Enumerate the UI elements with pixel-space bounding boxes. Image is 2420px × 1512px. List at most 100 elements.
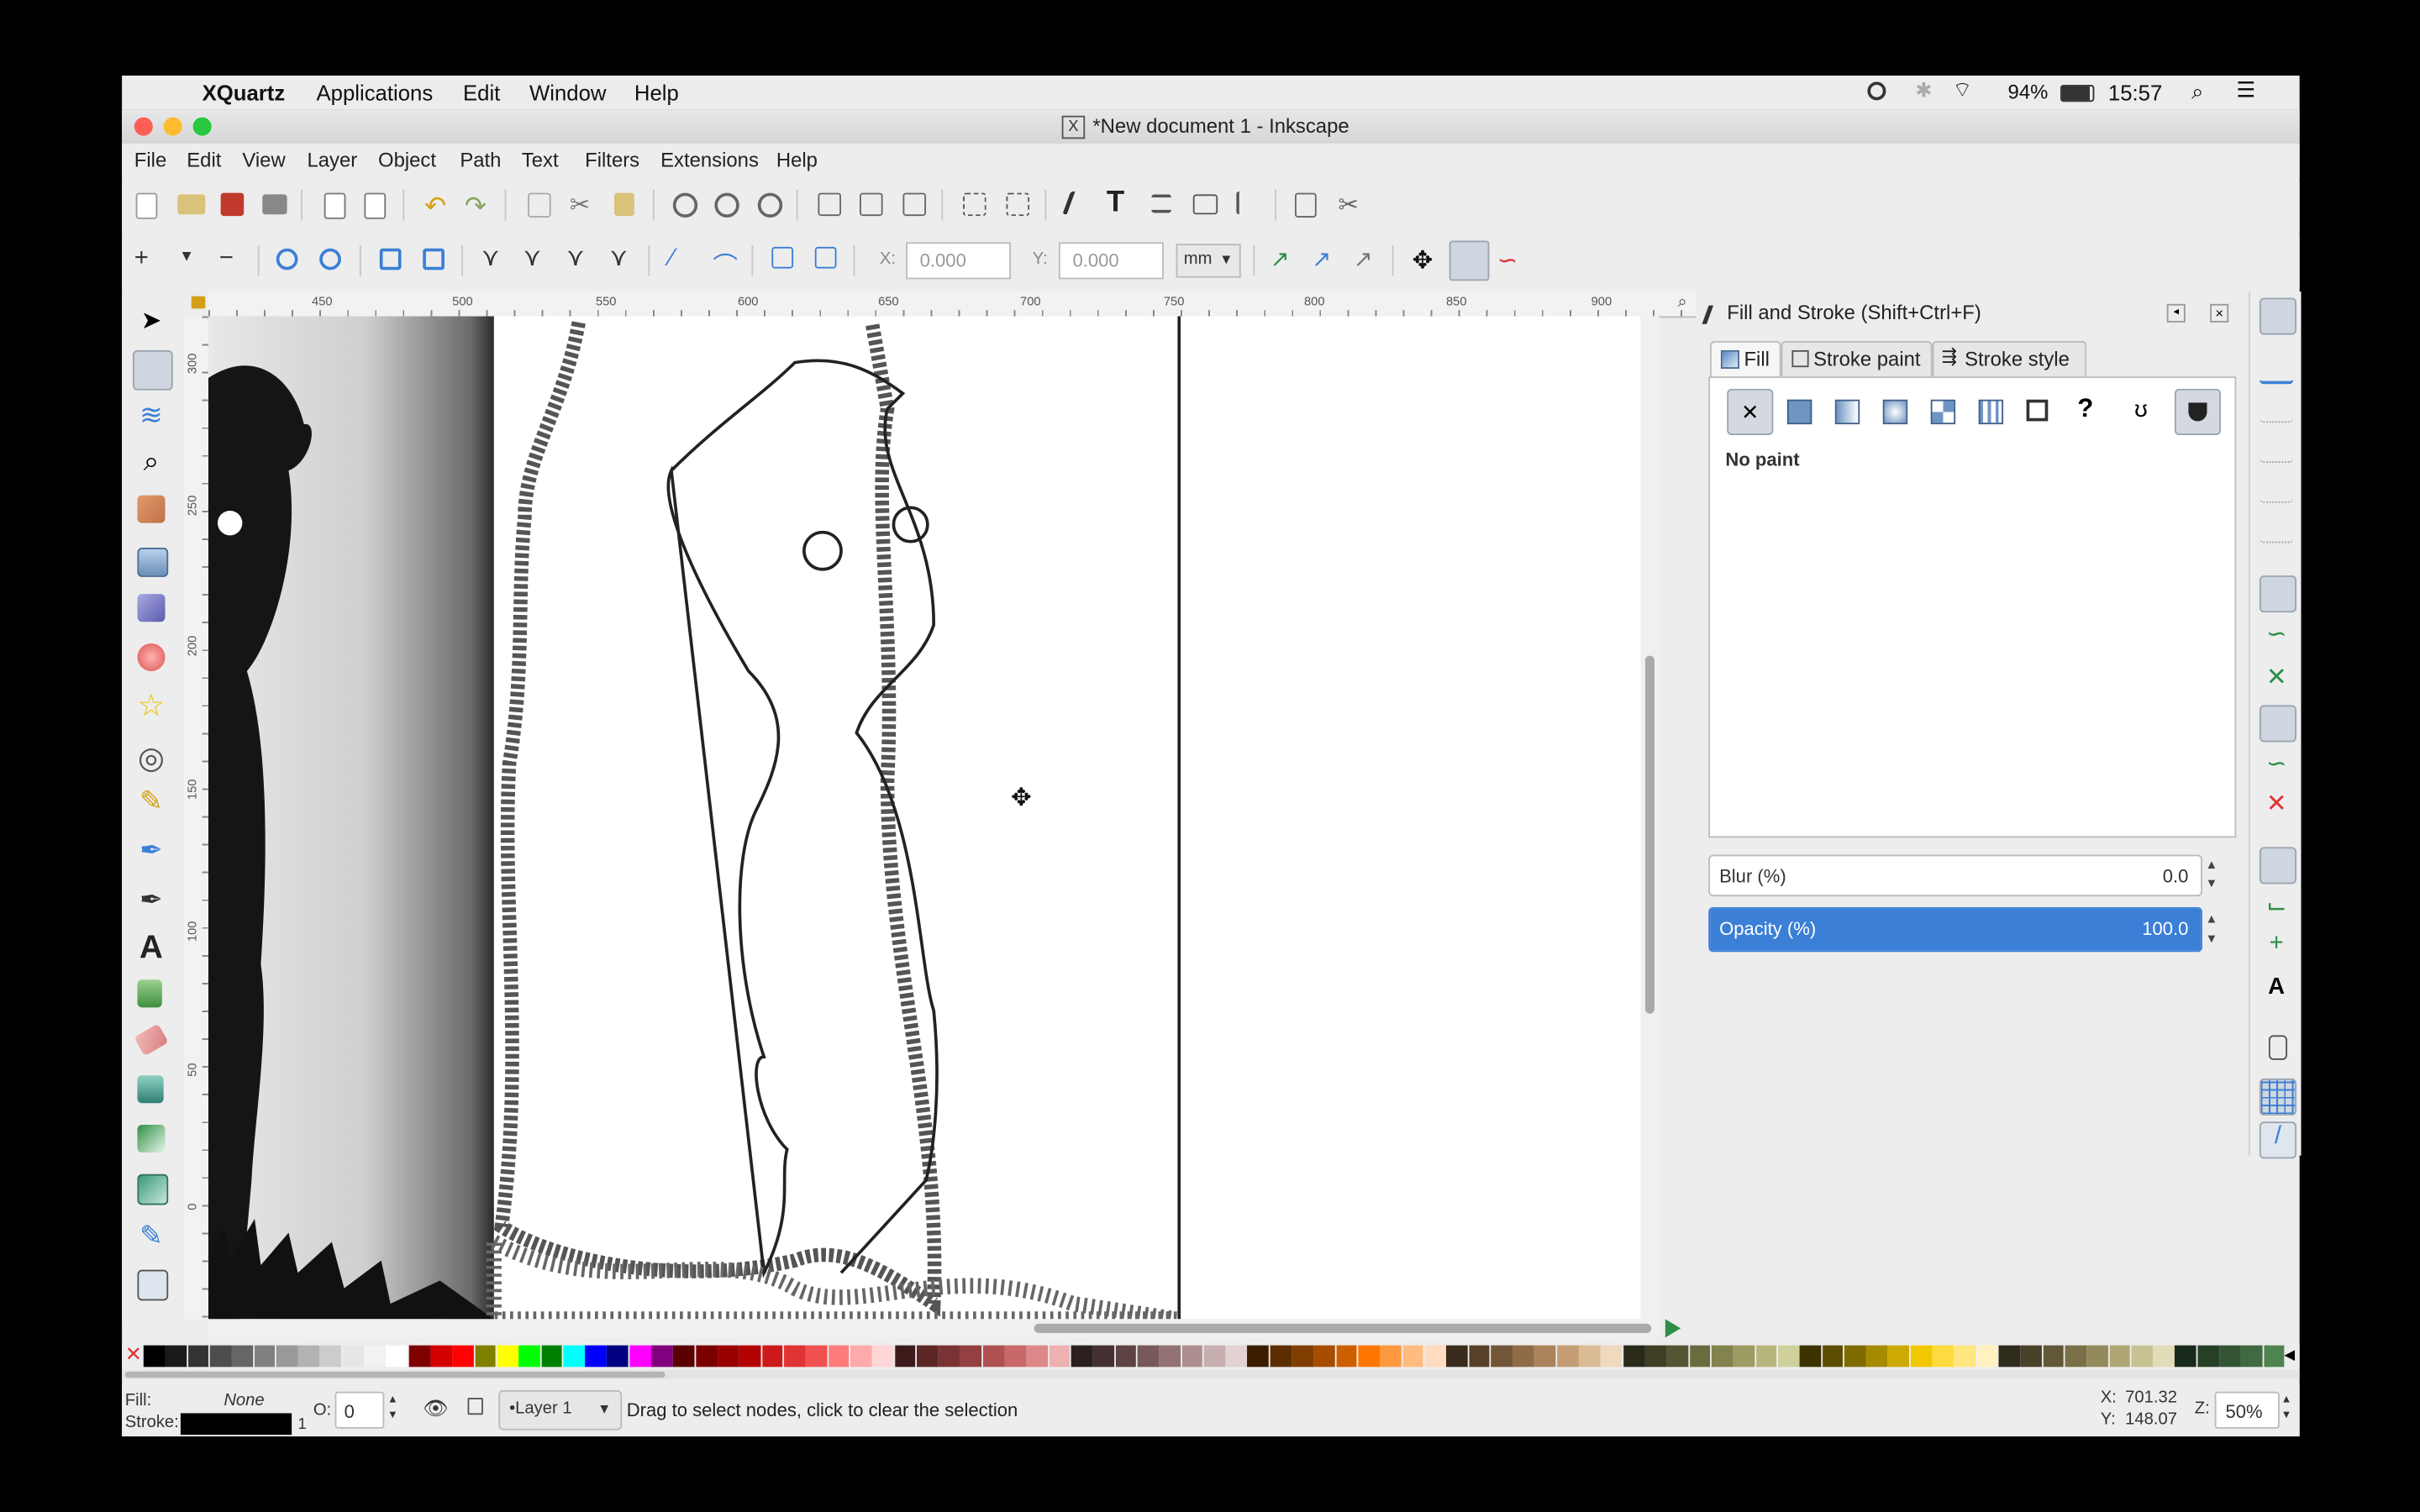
canvas[interactable]: ✥: [208, 316, 1660, 1320]
snap-others-icon[interactable]: [2259, 847, 2297, 885]
palette-swatch[interactable]: [1490, 1345, 1512, 1368]
dropper-tool-icon[interactable]: ✎: [133, 1221, 170, 1257]
layers-icon[interactable]: [1151, 194, 1172, 213]
notification-center-icon[interactable]: ☰: [2236, 77, 2255, 103]
palette-swatch[interactable]: [1004, 1345, 1027, 1368]
segment-curve-icon[interactable]: ⌒: [713, 245, 741, 281]
palette-swatch[interactable]: [1910, 1345, 1932, 1368]
menu-file[interactable]: File: [134, 148, 166, 171]
export-icon[interactable]: [364, 192, 387, 219]
calligraphy-tool-icon[interactable]: ✒: [133, 884, 170, 921]
clip-path-icon[interactable]: ↗: [1312, 245, 1339, 273]
insert-node-dropdown-icon[interactable]: ▼: [179, 249, 207, 276]
menu-help[interactable]: Help: [776, 148, 818, 171]
palette-swatch[interactable]: [673, 1345, 695, 1368]
zoom-field[interactable]: 50%: [2214, 1391, 2280, 1429]
lock-guides-icon[interactable]: [191, 296, 206, 309]
palette-swatch[interactable]: [2131, 1345, 2153, 1368]
snap-guides-icon[interactable]: /: [2259, 1121, 2297, 1159]
palette-swatch[interactable]: [1534, 1345, 1556, 1368]
palette-swatch[interactable]: [2197, 1345, 2219, 1368]
palette-swatch[interactable]: [452, 1345, 475, 1368]
zoom-selection-icon[interactable]: [672, 192, 698, 218]
show-handles-icon[interactable]: [1449, 240, 1490, 281]
snap-grids-icon[interactable]: [2259, 1078, 2297, 1116]
palette-swatch[interactable]: [166, 1345, 187, 1368]
palette-swatch[interactable]: [1954, 1345, 1976, 1368]
snap-bbox-centers-icon[interactable]: [2259, 507, 2294, 543]
palette-swatch[interactable]: [475, 1345, 497, 1368]
palette-swatch[interactable]: [187, 1345, 209, 1368]
segment-line-icon[interactable]: ⁄: [670, 245, 697, 273]
palette-swatch[interactable]: [563, 1345, 585, 1368]
stroke-width[interactable]: 1: [297, 1416, 306, 1433]
palette-swatch[interactable]: [1755, 1345, 1777, 1368]
star-tool-icon[interactable]: ☆: [133, 686, 170, 723]
palette-swatch[interactable]: [1446, 1345, 1468, 1368]
palette-swatch[interactable]: [1336, 1345, 1358, 1368]
radial-gradient-button[interactable]: [1882, 399, 1908, 425]
snap-path-intersections-icon[interactable]: ✕: [2260, 662, 2293, 696]
palette-swatch[interactable]: [695, 1345, 718, 1368]
palette-swatch[interactable]: [1888, 1345, 1910, 1368]
snap-cusp-nodes-icon[interactable]: [2259, 705, 2297, 743]
menu-edit[interactable]: Edit: [187, 148, 221, 171]
tab-stroke-style[interactable]: ⇶ Stroke style: [1932, 340, 2087, 377]
zoom-corner-icon[interactable]: ⌕: [1677, 293, 1686, 313]
battery-icon[interactable]: [2060, 85, 2095, 102]
unset-paint-button[interactable]: ?: [2077, 393, 2093, 424]
palette-swatch[interactable]: [1579, 1345, 1601, 1368]
menu-window[interactable]: Window: [529, 81, 606, 105]
palette-swatch[interactable]: [342, 1345, 364, 1368]
palette-swatch[interactable]: [254, 1345, 276, 1368]
palette-swatch[interactable]: [430, 1345, 452, 1368]
zoom-page-icon[interactable]: [757, 192, 783, 218]
palette-swatch[interactable]: [1203, 1345, 1225, 1368]
palette-swatch[interactable]: [1976, 1345, 1998, 1368]
symmetric-node-icon[interactable]: ⋎: [566, 242, 594, 271]
palette-swatch[interactable]: [2108, 1345, 2131, 1368]
vertical-scrollbar[interactable]: [1640, 316, 1660, 1320]
pattern-button[interactable]: [1978, 399, 2004, 425]
snap-nodes-icon[interactable]: [2259, 575, 2297, 613]
fill-value[interactable]: None: [224, 1392, 264, 1410]
snap-to-paths-icon[interactable]: ∽: [2260, 619, 2293, 653]
palette-none-icon[interactable]: ✕: [125, 1344, 144, 1364]
join-nodes-icon[interactable]: [276, 248, 298, 270]
toggle-layer-visibility-icon[interactable]: 👁: [423, 1396, 448, 1420]
palette-swatch[interactable]: [1601, 1345, 1623, 1368]
opacity-stepper[interactable]: ▲ ▼: [387, 1394, 398, 1425]
selector-tool-icon[interactable]: ➤: [133, 304, 170, 341]
palette-swatch[interactable]: [1424, 1345, 1446, 1368]
palette-swatch[interactable]: [1623, 1345, 1645, 1368]
preferences-icon[interactable]: ✂: [1338, 190, 1365, 219]
flat-color-button[interactable]: [1786, 399, 1812, 425]
mesh-tool-icon[interactable]: [137, 1173, 169, 1205]
menu-layer[interactable]: Layer: [308, 148, 358, 171]
stroke-to-path-icon[interactable]: [814, 246, 837, 269]
tab-fill[interactable]: Fill: [1710, 340, 1781, 377]
connector-tool-icon[interactable]: [137, 1269, 169, 1301]
delete-node-icon[interactable]: −: [219, 245, 247, 273]
x-coordinate-field[interactable]: 0.000: [906, 242, 1012, 280]
palette-swatch[interactable]: [828, 1345, 850, 1368]
palette-swatch[interactable]: [1225, 1345, 1247, 1368]
palette-swatch[interactable]: [806, 1345, 828, 1368]
object-to-path-icon[interactable]: [771, 246, 794, 269]
menu-applications[interactable]: Applications: [317, 81, 434, 105]
unit-dropdown[interactable]: mm ▼: [1176, 244, 1241, 278]
palette-swatch[interactable]: [497, 1345, 518, 1368]
show-path-outline-icon[interactable]: ∽: [1497, 245, 1525, 275]
palette-swatch[interactable]: [1777, 1345, 1799, 1368]
clone-icon[interactable]: [860, 192, 883, 217]
snap-page-border-icon[interactable]: [2268, 1035, 2287, 1060]
duplicate-icon[interactable]: [818, 192, 842, 217]
color-manage-icon[interactable]: [1665, 1319, 1681, 1338]
color-palette[interactable]: ✕ ◀: [122, 1343, 2300, 1369]
palette-swatch[interactable]: [894, 1345, 916, 1368]
auto-smooth-node-icon[interactable]: ⋎: [609, 242, 637, 271]
palette-swatch[interactable]: [629, 1345, 651, 1368]
palette-swatch[interactable]: [938, 1345, 960, 1368]
pen-tool-icon[interactable]: ✒: [133, 835, 170, 872]
snap-bbox-icon[interactable]: [2259, 347, 2294, 385]
